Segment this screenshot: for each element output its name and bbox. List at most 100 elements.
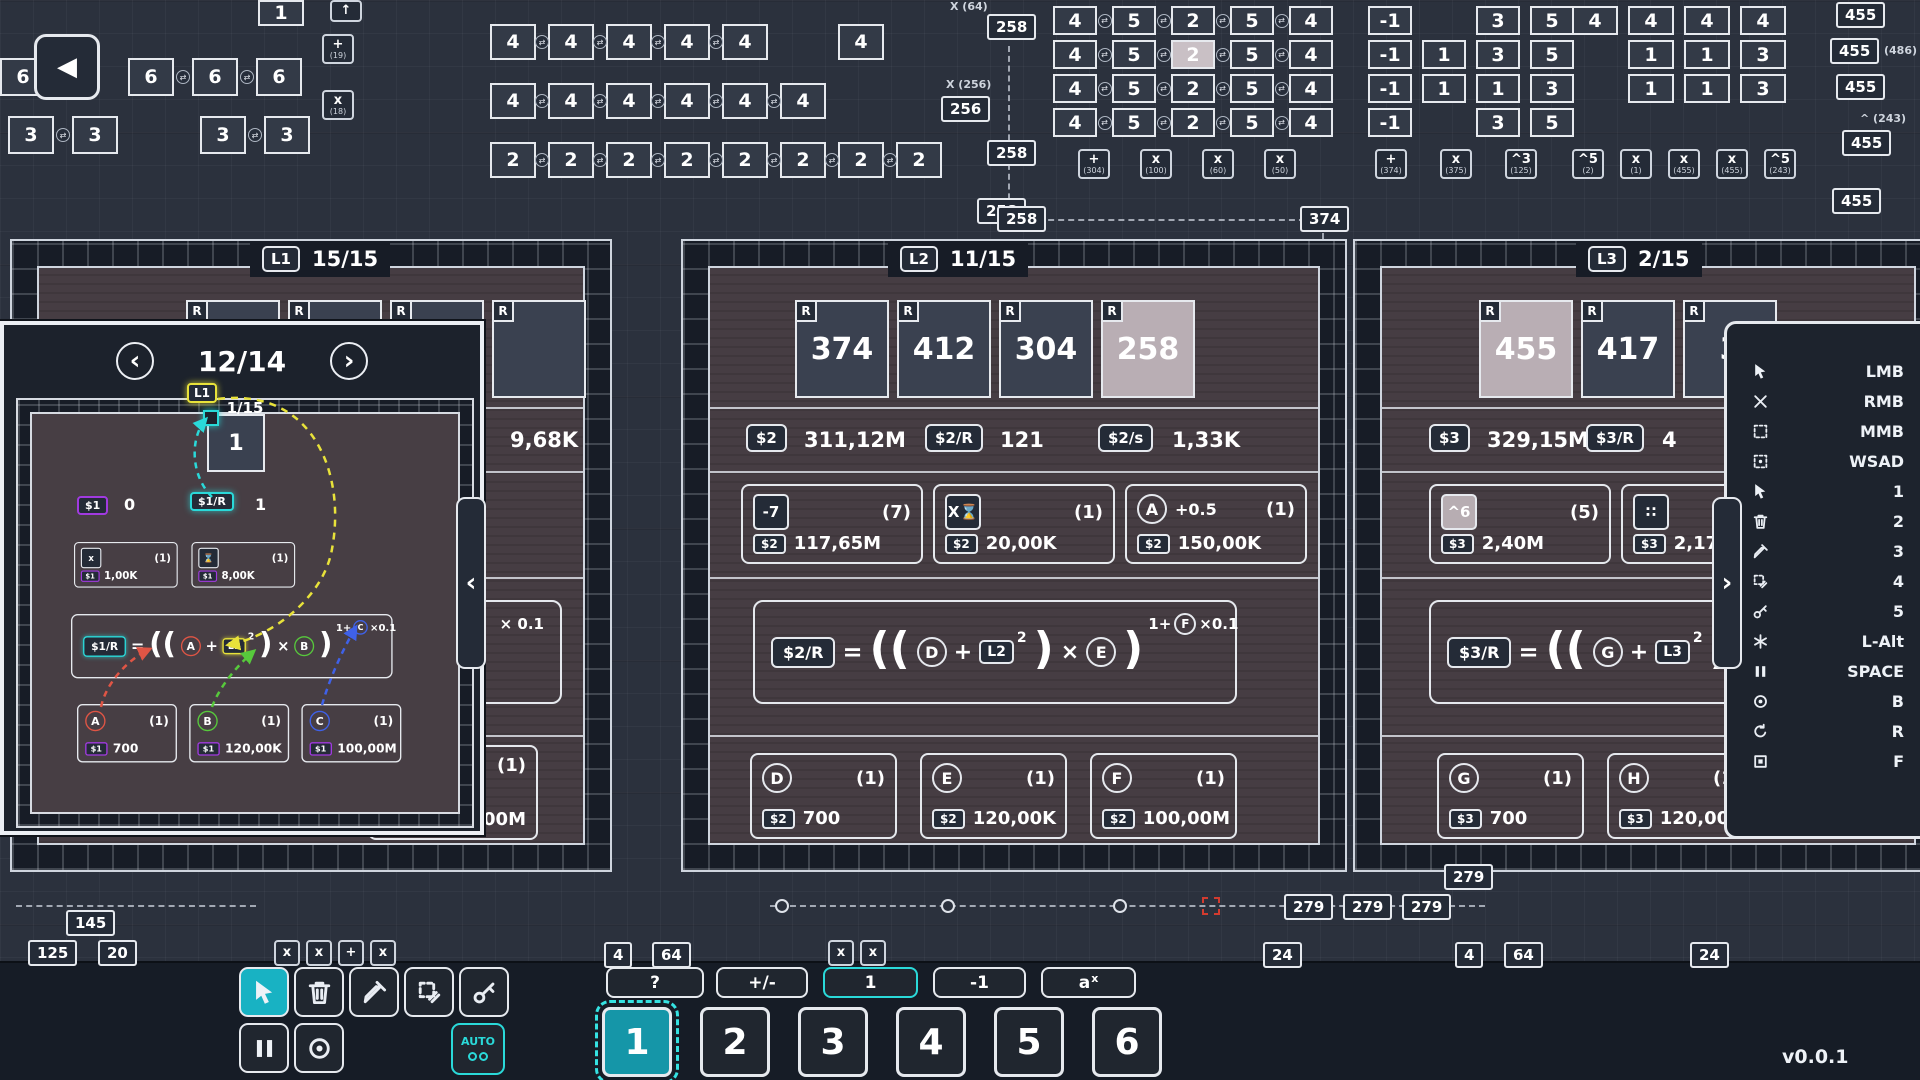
number-cell[interactable]: 2 — [548, 142, 594, 178]
number-button-5[interactable]: 5 — [994, 1007, 1064, 1077]
number-cell[interactable]: 3 — [1476, 6, 1520, 35]
value-chip[interactable]: 64 — [1504, 942, 1543, 968]
mode-button-+/-[interactable]: +/- — [716, 967, 808, 998]
number-cell[interactable]: 4 — [1740, 6, 1786, 35]
number-cell[interactable]: 4 — [1289, 108, 1333, 137]
mode-button--1[interactable]: -1 — [933, 967, 1026, 998]
value-chip[interactable]: 20 — [98, 940, 137, 966]
number-cell[interactable]: 1 — [1628, 40, 1674, 69]
variable-card[interactable]: E(1) $2120,00K — [920, 753, 1067, 839]
number-cell[interactable]: 4 — [548, 24, 594, 60]
mode-button-?[interactable]: ? — [606, 967, 704, 998]
number-cell[interactable]: 4 — [780, 83, 826, 119]
operator-chip[interactable]: ↑ — [330, 0, 362, 22]
number-cell[interactable]: 1 — [1422, 74, 1466, 103]
number-cell[interactable]: 4 — [664, 24, 710, 60]
number-cell[interactable]: 4 — [1572, 6, 1618, 35]
prev-page-button[interactable]: ‹ — [116, 342, 154, 380]
upgrade-card[interactable]: ⌛(1) $18,00K — [191, 542, 295, 588]
number-cell[interactable]: 4 — [606, 83, 652, 119]
number-cell[interactable]: 1 — [1684, 40, 1730, 69]
number-cell[interactable]: 2 — [1171, 6, 1215, 35]
number-cell[interactable]: 4 — [490, 83, 536, 119]
upgrade-card[interactable]: -7(7) $2117,65M — [741, 484, 923, 564]
number-cell[interactable]: 5 — [1112, 6, 1156, 35]
pause-button[interactable] — [239, 1023, 289, 1073]
value-chip[interactable]: 279 — [1444, 864, 1493, 890]
value-chip[interactable]: 24 — [1263, 942, 1302, 968]
value-chip[interactable]: 374 — [1300, 206, 1349, 232]
value-chip[interactable]: 4 — [604, 942, 632, 968]
number-cell[interactable]: 5 — [1530, 108, 1574, 137]
number-cell[interactable]: 6 — [128, 58, 174, 96]
number-cell[interactable]: 2 — [838, 142, 884, 178]
operator-chip[interactable]: +(374) — [1375, 149, 1407, 179]
value-chip[interactable]: 256 — [941, 96, 990, 122]
variable-card[interactable]: G(1) $3700 — [1437, 753, 1584, 839]
resource-cell[interactable]: R — [492, 300, 586, 398]
operator-chip[interactable]: x — [860, 940, 886, 966]
number-cell[interactable]: 5 — [1230, 40, 1274, 69]
upgrade-card[interactable]: ^6(5) $32,40M — [1429, 484, 1611, 564]
value-chip[interactable]: 125 — [28, 940, 77, 966]
operator-chip[interactable]: +(304) — [1078, 149, 1110, 179]
resource-cell-selected[interactable]: R455 — [1479, 300, 1573, 398]
upgrade-card[interactable]: X⌛(1) $220,00K — [933, 484, 1115, 564]
select-tool[interactable] — [239, 967, 289, 1017]
number-cell[interactable]: 4 — [490, 24, 536, 60]
variable-card[interactable]: C(1) $1100,00M — [301, 704, 401, 762]
operator-chip[interactable]: x(455) — [1716, 149, 1748, 179]
operator-chip[interactable]: x — [274, 940, 300, 966]
resource-cell-selected[interactable]: R258 — [1101, 300, 1195, 398]
operator-chip[interactable]: x(18) — [322, 90, 354, 120]
number-cell[interactable]: 1 — [1422, 40, 1466, 69]
number-cell[interactable]: 5 — [1112, 108, 1156, 137]
number-cell[interactable]: 4 — [1053, 108, 1097, 137]
number-cell[interactable]: 4 — [1289, 6, 1333, 35]
number-cell[interactable]: 3 — [1476, 108, 1520, 137]
operator-chip[interactable]: ^3(125) — [1505, 149, 1537, 179]
number-cell[interactable]: 4 — [1684, 6, 1730, 35]
variable-card[interactable]: A(1) $1700 — [77, 704, 177, 762]
resource-cell[interactable]: R304 — [999, 300, 1093, 398]
operator-chip[interactable]: + — [338, 940, 364, 966]
number-button-3[interactable]: 3 — [798, 1007, 868, 1077]
value-chip[interactable]: 258 — [987, 140, 1036, 166]
value-chip[interactable]: 279 — [1284, 894, 1333, 920]
number-cell[interactable]: 4 — [1628, 6, 1674, 35]
number-cell[interactable]: 2 — [1171, 40, 1215, 69]
value-chip[interactable]: 24 — [1690, 942, 1729, 968]
number-cell[interactable]: 3 — [264, 116, 310, 154]
number-cell[interactable]: 3 — [1530, 74, 1574, 103]
operator-chip[interactable]: x(100) — [1140, 149, 1172, 179]
upgrade-card[interactable]: x(1) $11,00K — [74, 542, 178, 588]
resource-cell[interactable]: R374 — [795, 300, 889, 398]
resource-cell[interactable]: R417 — [1581, 300, 1675, 398]
number-cell[interactable]: 2 — [780, 142, 826, 178]
number-cell[interactable]: 1 — [1476, 74, 1520, 103]
number-cell[interactable]: 4 — [1289, 74, 1333, 103]
operator-chip[interactable]: x — [828, 940, 854, 966]
unlock-tool[interactable] — [459, 967, 509, 1017]
value-chip[interactable]: 279 — [1402, 894, 1451, 920]
value-chip[interactable]: 279 — [1343, 894, 1392, 920]
variable-card[interactable]: F(1) $2100,00M — [1090, 753, 1237, 839]
value-chip[interactable]: 64 — [652, 942, 691, 968]
value-chip[interactable]: 455 — [1836, 2, 1885, 28]
operator-chip[interactable]: x — [306, 940, 332, 966]
number-cell[interactable]: 3 — [1740, 74, 1786, 103]
resource-cell[interactable]: R412 — [897, 300, 991, 398]
operator-chip[interactable]: x(455) — [1668, 149, 1700, 179]
number-cell[interactable]: 5 — [1230, 6, 1274, 35]
delete-tool[interactable] — [294, 967, 344, 1017]
operator-chip[interactable]: ^5(2) — [1572, 149, 1604, 179]
number-cell[interactable]: -1 — [1368, 74, 1412, 103]
operator-chip[interactable]: ^5(243) — [1764, 149, 1796, 179]
value-chip[interactable]: 258 — [987, 14, 1036, 40]
number-cell[interactable]: 5 — [1230, 74, 1274, 103]
collapse-popup-handle[interactable]: ‹ — [456, 497, 486, 669]
number-cell[interactable]: 2 — [896, 142, 942, 178]
number-cell[interactable]: 5 — [1530, 6, 1574, 35]
operator-chip[interactable]: x(60) — [1202, 149, 1234, 179]
number-cell[interactable]: 4 — [722, 24, 768, 60]
